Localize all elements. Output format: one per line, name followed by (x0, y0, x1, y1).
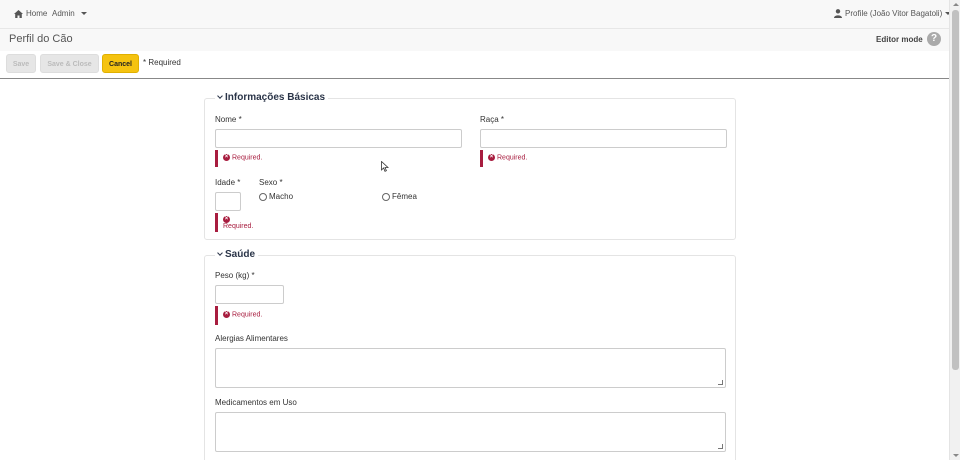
radio-button[interactable] (382, 192, 390, 201)
medicamentos-label: Medicamentos em Uso (215, 398, 297, 407)
editor-mode-toggle[interactable]: Editor mode (876, 35, 923, 44)
peso-error-text: Required. (232, 311, 263, 319)
scroll-thumb[interactable] (952, 10, 959, 370)
health-panel: Saúde Peso (kg) * × Required. Alergias Al… (204, 249, 736, 460)
chevron-down-icon (217, 250, 223, 256)
peso-required-error: × Required. (215, 306, 262, 325)
raca-error-text: Required. (497, 154, 528, 162)
scroll-down-arrow-icon[interactable] (953, 454, 959, 457)
scroll-up-arrow-icon[interactable] (953, 3, 959, 6)
title-bar: Perfil do Cão Editor mode ? (0, 29, 949, 51)
medicamentos-textarea[interactable] (215, 412, 726, 452)
nav-profile-label: Profile (João Vitor Bagatoli) (845, 9, 943, 18)
health-legend[interactable]: Saúde (215, 249, 259, 260)
radio-button[interactable] (259, 192, 267, 201)
nome-input[interactable] (215, 129, 462, 148)
error-x-icon: × (223, 311, 230, 318)
nav-admin-dropdown[interactable]: Admin (52, 9, 87, 18)
cancel-button[interactable]: Cancel (102, 54, 139, 73)
caret-down-icon (80, 12, 87, 15)
idade-error-text: Required. (223, 223, 254, 231)
sexo-option-femea[interactable]: Fêmea (382, 192, 417, 201)
sexo-option-label: Fêmea (392, 192, 417, 201)
save-close-button[interactable]: Save & Close (40, 54, 99, 73)
nav-profile-dropdown[interactable]: Profile (João Vitor Bagatoli) (834, 9, 952, 18)
basic-info-panel: Informações Básicas Nome * × Required. Ra… (204, 92, 736, 240)
question-icon[interactable]: ? (927, 32, 941, 46)
peso-input[interactable] (215, 285, 284, 304)
idade-label: Idade * (215, 178, 241, 187)
nav-admin-label: Admin (52, 9, 75, 18)
basic-info-legend[interactable]: Informações Básicas (215, 92, 329, 103)
nav-home-label: Home (26, 9, 48, 18)
nome-error-text: Required. (232, 154, 263, 162)
nome-required-error: × Required. (215, 150, 262, 167)
top-navbar: Home Admin Profile (João Vitor Bagatoli) (0, 0, 952, 29)
user-icon (834, 9, 842, 18)
error-x-icon: × (223, 216, 230, 223)
raca-input[interactable] (480, 129, 727, 148)
alergias-textarea[interactable] (215, 348, 726, 388)
sexo-label: Sexo * (259, 178, 283, 187)
sexo-option-macho[interactable]: Macho (259, 192, 293, 201)
raca-required-error: × Required. (480, 150, 527, 167)
required-note: * Required (143, 58, 181, 67)
page-title: Perfil do Cão (9, 33, 73, 45)
resize-handle-icon[interactable] (718, 444, 723, 449)
sexo-option-label: Macho (269, 192, 294, 201)
chevron-down-icon (217, 93, 223, 99)
idade-required-error: × Required. (215, 213, 253, 232)
resize-handle-icon[interactable] (718, 380, 723, 385)
save-button[interactable]: Save (6, 54, 36, 73)
peso-label: Peso (kg) * (215, 271, 255, 280)
health-title: Saúde (225, 249, 256, 260)
error-x-icon: × (488, 154, 495, 161)
nav-home-link[interactable]: Home (14, 9, 47, 18)
error-x-icon: × (223, 154, 230, 161)
form-toolbar: Save Save & Close Cancel * Required (0, 51, 949, 79)
home-icon (14, 9, 23, 18)
alergias-label: Alergias Alimentares (215, 334, 288, 343)
basic-info-title: Informações Básicas (225, 92, 326, 103)
raca-label: Raça * (480, 115, 505, 124)
mouse-cursor-icon (381, 161, 389, 172)
idade-input[interactable] (215, 192, 241, 211)
page-scrollbar[interactable] (949, 0, 960, 460)
nome-label: Nome * (215, 115, 242, 124)
